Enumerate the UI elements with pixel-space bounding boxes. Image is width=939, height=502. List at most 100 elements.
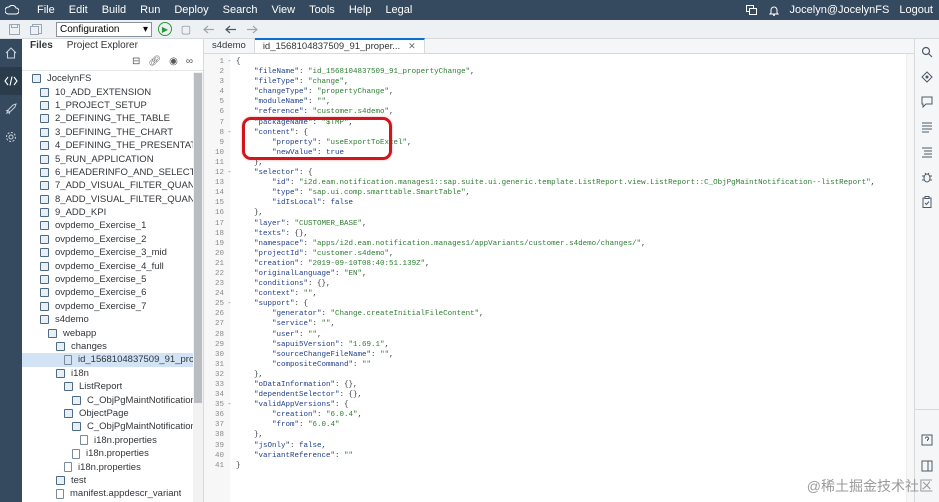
tree-item[interactable]: JocelynFS <box>22 72 194 85</box>
run-icon[interactable]: ▶ <box>158 22 172 36</box>
configuration-value: Configuration <box>60 23 120 35</box>
tree-item[interactable]: ovpdemo_Exercise_7 <box>22 300 194 313</box>
tree-item[interactable]: C_ObjPgMaintNotification <box>22 393 194 406</box>
tree-item[interactable]: 10_ADD_EXTENSION <box>22 85 194 98</box>
editor-scrollbar[interactable] <box>906 54 914 502</box>
tree-item[interactable]: changes <box>22 340 194 353</box>
tree-item[interactable]: ObjectPage <box>22 407 194 420</box>
fold-toggle[interactable]: - <box>226 299 233 309</box>
fold-toggle[interactable]: - <box>226 128 233 138</box>
tree-item[interactable]: ovpdemo_Exercise_1 <box>22 219 194 232</box>
panel-toggle-icon[interactable] <box>915 453 939 478</box>
folder-icon <box>40 167 49 177</box>
tree-item[interactable]: 5_RUN_APPLICATION <box>22 152 194 165</box>
code-text: "id": "i2d.eam.notification.manages1::sa… <box>272 179 876 188</box>
clipboard-icon[interactable] <box>915 189 939 214</box>
search-icon[interactable] <box>915 39 939 64</box>
chat-icon[interactable] <box>915 89 939 114</box>
menu-item-search[interactable]: Search <box>216 0 265 20</box>
line-number: 32 <box>214 370 224 379</box>
tree-item[interactable]: id_1568104837509_91_property <box>22 353 194 367</box>
help-icon[interactable] <box>915 427 939 452</box>
tree-item[interactable]: ovpdemo_Exercise_2 <box>22 233 194 246</box>
logout-link[interactable]: Logout <box>899 4 933 16</box>
tab-project-explorer[interactable]: Project Explorer <box>67 39 138 53</box>
scroll-thumb[interactable] <box>194 73 202 403</box>
tree-item[interactable]: 8_ADD_VISUAL_FILTER_QUANTITY_BY <box>22 193 194 206</box>
fold-toggle[interactable]: - <box>226 57 233 67</box>
folder-icon <box>40 100 49 110</box>
tree-item[interactable]: ovpdemo_Exercise_4_full <box>22 259 194 272</box>
list-icon[interactable] <box>915 114 939 139</box>
fold-toggle[interactable]: - <box>226 400 233 410</box>
menu-item-legal[interactable]: Legal <box>378 0 419 20</box>
binoculars-icon[interactable]: ∞ <box>186 56 193 67</box>
menu-item-build[interactable]: Build <box>95 0 133 20</box>
tree-item[interactable]: ovpdemo_Exercise_6 <box>22 286 194 299</box>
tree-item[interactable]: i18n.properties <box>22 447 194 460</box>
bell-icon[interactable] <box>768 4 780 16</box>
eye-icon[interactable]: ◉ <box>169 56 178 67</box>
tree-item[interactable]: i18n.properties <box>22 434 194 447</box>
menu-item-run[interactable]: Run <box>133 0 167 20</box>
tree-item[interactable]: 3_DEFINING_THE_CHART <box>22 126 194 139</box>
outline-icon[interactable] <box>915 139 939 164</box>
notifications-window-icon[interactable] <box>746 4 758 16</box>
arrow-left-icon[interactable] <box>222 21 238 37</box>
code-line: 14 "type": "sap.ui.comp.smarttable.Smart… <box>204 188 906 198</box>
back-icon[interactable] <box>200 21 216 37</box>
code-text: } <box>236 461 241 470</box>
tree-item[interactable]: i18n <box>22 367 194 380</box>
tree-item[interactable]: ovpdemo_Exercise_3_mid <box>22 246 194 259</box>
line-number: 27 <box>214 320 224 329</box>
tree-item[interactable]: webapp <box>22 326 194 339</box>
tree-item[interactable]: C_ObjPgMaintNotification <box>22 420 194 433</box>
tree-item[interactable]: ovpdemo_Exercise_5 <box>22 273 194 286</box>
rocket-icon[interactable] <box>0 95 22 123</box>
code-text: "fileType": "change", <box>254 78 349 87</box>
tree-item[interactable]: 1_PROJECT_SETUP <box>22 99 194 112</box>
bug-icon[interactable] <box>915 164 939 189</box>
diamond-icon[interactable] <box>915 64 939 89</box>
line-number: 18 <box>214 229 224 238</box>
save-icon[interactable] <box>6 21 22 37</box>
file-tree-scrollbar[interactable] <box>193 72 203 502</box>
menu-item-file[interactable]: File <box>30 0 62 20</box>
menu-item-deploy[interactable]: Deploy <box>167 0 215 20</box>
tree-item[interactable]: i18n.properties <box>22 460 194 473</box>
save-all-icon[interactable] <box>28 21 44 37</box>
collapse-all-icon[interactable]: ⊟ <box>132 56 140 67</box>
link-icon[interactable]: 🔗︎ <box>148 56 161 67</box>
settings-icon[interactable] <box>0 123 22 151</box>
arrow-right-icon[interactable] <box>244 21 260 37</box>
code-icon[interactable] <box>0 67 22 95</box>
fold-toggle[interactable]: - <box>226 168 233 178</box>
configuration-select[interactable]: Configuration ▾ <box>56 21 152 37</box>
tree-item[interactable]: 4_DEFINING_THE_PRESENTATION_VA <box>22 139 194 152</box>
tree-item[interactable]: 9_ADD_KPI <box>22 206 194 219</box>
tree-item[interactable]: 7_ADD_VISUAL_FILTER_QUANTITY_BY <box>22 179 194 192</box>
user-name[interactable]: Jocelyn@JocelynFS <box>790 4 890 16</box>
tree-item-label: webapp <box>63 327 97 339</box>
folder-icon <box>40 248 49 258</box>
tree-item[interactable]: test <box>22 474 194 487</box>
tree-item[interactable]: manifest.appdescr_variant <box>22 487 194 500</box>
tree-item[interactable]: 6_HEADERINFO_AND_SELECTION_FIE <box>22 166 194 179</box>
menu-item-help[interactable]: Help <box>342 0 379 20</box>
editor-tab[interactable]: id_1568104837509_91_proper... ✕ <box>254 38 425 53</box>
tab-files[interactable]: Files <box>30 39 53 53</box>
tree-item-label: ListReport <box>79 381 123 393</box>
close-icon[interactable]: ✕ <box>408 41 416 52</box>
editor-tab[interactable]: s4demo <box>204 38 255 53</box>
home-icon[interactable] <box>0 39 22 67</box>
stop-icon[interactable]: ▢ <box>178 21 194 37</box>
tree-item[interactable]: s4demo <box>22 313 194 326</box>
menu-item-edit[interactable]: Edit <box>62 0 95 20</box>
tree-item[interactable]: ListReport <box>22 380 194 393</box>
code-text: }, <box>236 370 264 379</box>
tree-item[interactable]: 2_DEFINING_THE_TABLE <box>22 112 194 125</box>
menubar: File Edit Build Run Deploy Search View Tools Hel… <box>0 0 939 20</box>
menu-item-tools[interactable]: Tools <box>302 0 342 20</box>
tree-item-label: 6_HEADERINFO_AND_SELECTION_FIE <box>55 166 194 178</box>
menu-item-view[interactable]: View <box>264 0 302 20</box>
